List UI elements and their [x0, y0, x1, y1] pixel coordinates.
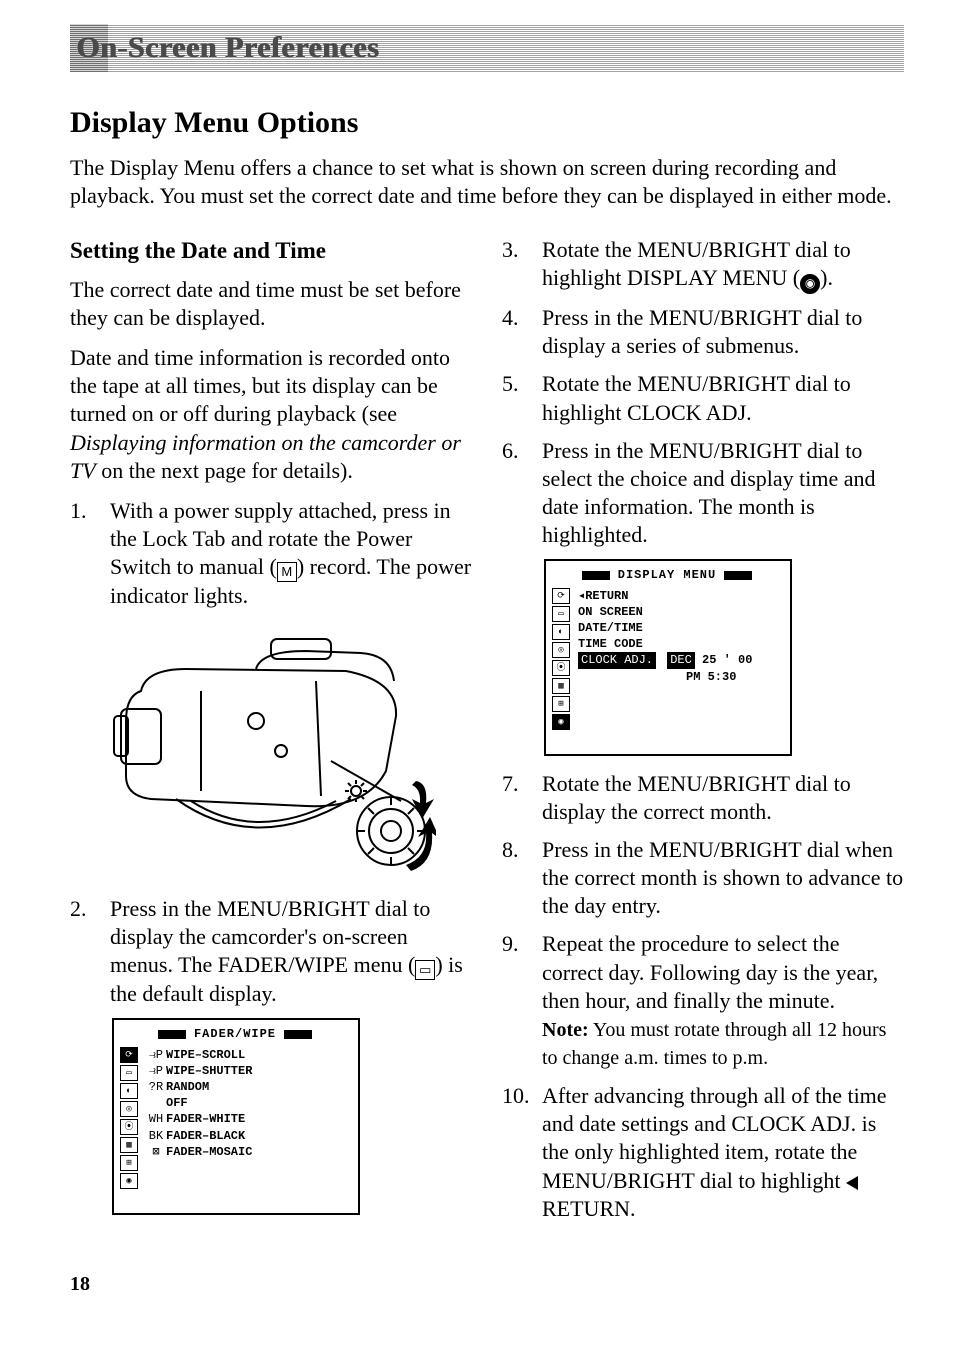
step-number: 7. [502, 770, 542, 826]
manual-mode-icon: M [277, 562, 297, 582]
menu-item: BKFADER–BLACK [146, 1128, 350, 1144]
step-number: 3. [502, 236, 542, 294]
step-body: Press in the MENU/BRIGHT dial when the c… [542, 836, 904, 920]
step-8: 8. Press in the MENU/BRIGHT dial when th… [502, 836, 904, 920]
step-6: 6. Press in the MENU/BRIGHT dial to sele… [502, 437, 904, 550]
strip-icon: ▦ [120, 1137, 138, 1153]
step-2: 2. Press in the MENU/BRIGHT dial to disp… [70, 895, 472, 1009]
camcorder-illustration [106, 621, 436, 881]
header-bar-left [582, 571, 610, 580]
menu-item-timecode: TIME CODE [578, 636, 782, 652]
menu-item-time: PM 5:30 [578, 669, 782, 685]
header-bar-right [284, 1030, 312, 1039]
step-number: 10. [502, 1082, 542, 1223]
step-1: 1. With a power supply attached, press i… [70, 497, 472, 611]
step-body: Press in the MENU/BRIGHT dial to display… [110, 895, 472, 1009]
strip-icon: ◎ [120, 1101, 138, 1117]
note-text: You must rotate through all 12 hours to … [542, 1019, 886, 1070]
menu-item-datetime: DATE/TIME [578, 620, 782, 636]
menu-header: DISPLAY MENU [552, 567, 782, 583]
left-column: Setting the Date and Time The correct da… [70, 236, 472, 1233]
strip-icon: ◉ [552, 714, 570, 730]
step-body: After advancing through all of the time … [542, 1082, 904, 1223]
menu-title: DISPLAY MENU [618, 568, 716, 582]
step-body: Rotate the MENU/BRIGHT dial to highlight… [542, 370, 904, 426]
menu-items: ⥽PWIPE–SCROLL ⥽PWIPE–SHUTTER ?RRANDOM OF… [140, 1047, 350, 1189]
strip-icon: ◐ [552, 624, 570, 640]
section-banner: On-Screen Preferences [70, 24, 904, 72]
fader-wipe-icon: ▭ [415, 960, 435, 980]
strip-icon: ⦿ [552, 660, 570, 676]
step-number: 8. [502, 836, 542, 920]
page-number: 18 [70, 1273, 904, 1296]
step-10: 10. After advancing through all of the t… [502, 1082, 904, 1223]
menu-icon-strip: ⟳ ▭ ◐ ◎ ⦿ ▦ ⊞ ◉ [552, 588, 572, 730]
menu-item: ⥽PWIPE–SCROLL [146, 1047, 350, 1063]
month-highlight: DEC [667, 652, 695, 668]
left-para-2: Date and time information is recorded on… [70, 344, 472, 485]
subsection-heading: Setting the Date and Time [70, 236, 472, 265]
display-menu-icon: ◉ [800, 274, 820, 294]
menu-item: OFF [146, 1095, 350, 1111]
step-number: 5. [502, 370, 542, 426]
step-body: Press in the MENU/BRIGHT dial to display… [542, 304, 904, 360]
strip-icon: ⊞ [120, 1155, 138, 1171]
header-bar-right [724, 571, 752, 580]
menu-items: ◂RETURN ON SCREEN DATE/TIME TIME CODE CL… [572, 588, 782, 730]
step-5: 5. Rotate the MENU/BRIGHT dial to highli… [502, 370, 904, 426]
strip-icon: ▭ [120, 1065, 138, 1081]
step-number: 1. [70, 497, 110, 611]
strip-icon: ⟳ [552, 588, 570, 604]
menu-item-return: ◂RETURN [578, 588, 782, 604]
strip-icon: ◎ [552, 642, 570, 658]
note-label: Note: [542, 1019, 589, 1041]
step-body: With a power supply attached, press in t… [110, 497, 472, 611]
menu-item: ⥽PWIPE–SHUTTER [146, 1063, 350, 1079]
step-body: Rotate the MENU/BRIGHT dial to display t… [542, 770, 904, 826]
banner-title: On-Screen Preferences [76, 31, 379, 65]
menu-icon-strip: ⟳ ▭ ◐ ◎ ⦿ ▦ ⊞ ◉ [120, 1047, 140, 1189]
menu-item: ?RRANDOM [146, 1079, 350, 1095]
page-title: Display Menu Options [70, 106, 904, 140]
clock-adj-highlight: CLOCK ADJ. [578, 652, 656, 668]
menu-header: FADER/WIPE [120, 1026, 350, 1042]
menu-title: FADER/WIPE [194, 1027, 276, 1041]
fader-wipe-menu-screen: FADER/WIPE ⟳ ▭ ◐ ◎ ⦿ ▦ ⊞ ◉ ⥽PW [112, 1018, 360, 1214]
return-arrow-icon [846, 1176, 858, 1190]
strip-icon: ⟳ [120, 1047, 138, 1063]
strip-icon: ◐ [120, 1083, 138, 1099]
step-body: Rotate the MENU/BRIGHT dial to highlight… [542, 236, 904, 294]
strip-icon: ⊞ [552, 696, 570, 712]
step-number: 6. [502, 437, 542, 550]
step-number: 4. [502, 304, 542, 360]
intro-paragraph: The Display Menu offers a chance to set … [70, 154, 904, 210]
menu-item: WHFADER–WHITE [146, 1111, 350, 1127]
menu-item: ⊠FADER–MOSAIC [146, 1144, 350, 1160]
step-body: Press in the MENU/BRIGHT dial to select … [542, 437, 904, 550]
display-menu-screen: DISPLAY MENU ⟳ ▭ ◐ ◎ ⦿ ▦ ⊞ ◉ [544, 559, 792, 755]
step-3: 3. Rotate the MENU/BRIGHT dial to highli… [502, 236, 904, 294]
step-9: 9. Repeat the procedure to select the co… [502, 930, 904, 1072]
strip-icon: ▦ [552, 678, 570, 694]
left-para-1: The correct date and time must be set be… [70, 276, 472, 332]
step-4: 4. Press in the MENU/BRIGHT dial to disp… [502, 304, 904, 360]
step-body: Repeat the procedure to select the corre… [542, 930, 904, 1072]
step-7: 7. Rotate the MENU/BRIGHT dial to displa… [502, 770, 904, 826]
header-bar-left [158, 1030, 186, 1039]
right-column: 3. Rotate the MENU/BRIGHT dial to highli… [502, 236, 904, 1233]
step-number: 2. [70, 895, 110, 1009]
step-number: 9. [502, 930, 542, 1072]
strip-icon: ◉ [120, 1173, 138, 1189]
strip-icon: ▭ [552, 606, 570, 622]
strip-icon: ⦿ [120, 1119, 138, 1135]
left-para-2b: on the next page for details). [101, 458, 353, 483]
menu-item-onscreen: ON SCREEN [578, 604, 782, 620]
menu-item-clockadj: CLOCK ADJ. DEC 25 ' 00 [578, 652, 782, 668]
left-para-2a: Date and time information is recorded on… [70, 345, 450, 426]
